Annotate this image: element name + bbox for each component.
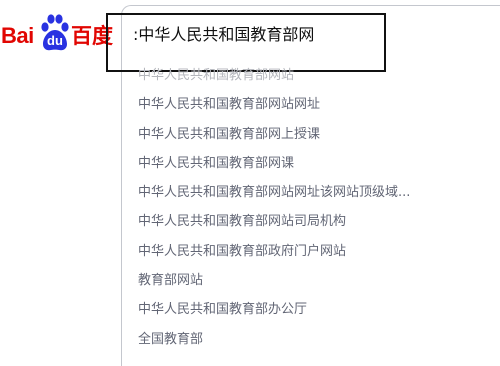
suggestion-item[interactable]: 中华人民共和国教育部办公厅	[138, 295, 410, 324]
suggestion-item[interactable]: 中华人民共和国教育部网站网址	[138, 90, 410, 119]
suggestion-item[interactable]: 中华人民共和国教育部网站网址该网站顶级域...	[138, 178, 410, 207]
suggestion-item[interactable]: 中华人民共和国教育部政府门户网站	[138, 237, 410, 266]
suggestion-item[interactable]: 中华人民共和国教育部网站	[138, 61, 410, 90]
search-query: 中华人民共和国教育部网	[138, 25, 315, 44]
logo-text-bai: Bai	[1, 23, 34, 48]
suggestion-item[interactable]: 中华人民共和国教育部网站司局机构	[138, 207, 410, 236]
suggestion-item[interactable]: 教育部网站	[138, 266, 410, 295]
search-input[interactable]: :中华人民共和国教育部网	[133, 22, 314, 48]
suggestion-list: 中华人民共和国教育部网站 中华人民共和国教育部网站网址 中华人民共和国教育部网上…	[138, 61, 410, 354]
suggestion-item[interactable]: 中华人民共和国教育部网上授课	[138, 120, 410, 149]
logo-text-du: du	[47, 33, 63, 48]
suggestion-item[interactable]: 中华人民共和国教育部网课	[138, 149, 410, 178]
baidu-logo[interactable]: Bai du 百度	[1, 14, 113, 54]
